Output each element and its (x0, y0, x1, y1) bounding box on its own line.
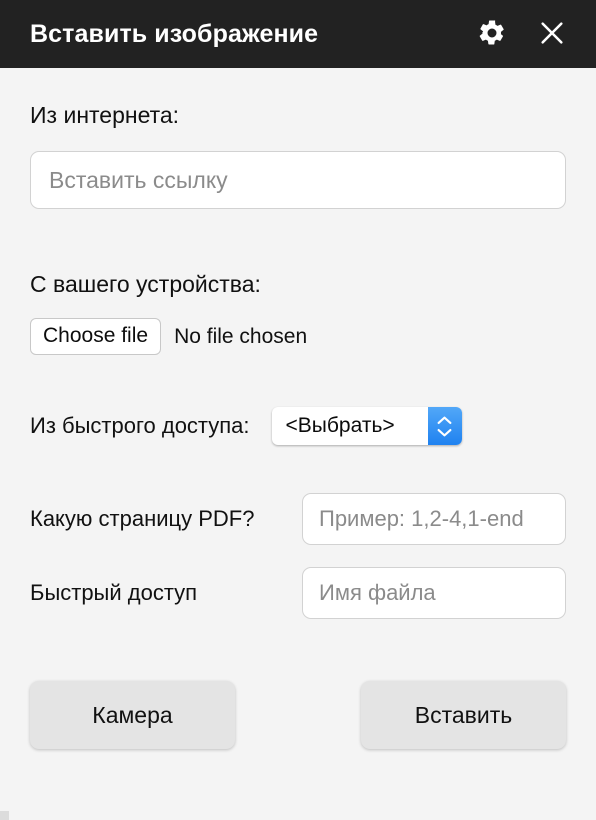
titlebar-actions (470, 12, 574, 56)
camera-button[interactable]: Камера (30, 681, 235, 750)
close-button[interactable] (530, 12, 574, 56)
url-section: Из интернета: (30, 68, 566, 209)
device-section: С вашего устройства: Choose file No file… (30, 209, 566, 356)
gear-icon (477, 18, 507, 51)
quick-access-input[interactable] (302, 567, 566, 620)
settings-button[interactable] (470, 12, 514, 56)
file-status-text: No file chosen (174, 324, 308, 348)
pdf-page-label: Какую страницу PDF? (30, 506, 255, 532)
quick-access-select-row: Из быстрого доступа: <Выбрать> (30, 355, 566, 446)
dialog-body: Из интернета: С вашего устройства: Choos… (0, 68, 596, 750)
quick-access-select-label: Из быстрого доступа: (30, 413, 250, 439)
chevron-updown-icon[interactable] (427, 407, 462, 446)
quick-access-row: Быстрый доступ (30, 545, 566, 620)
choose-file-button[interactable]: Choose file (30, 318, 162, 356)
file-input-row: Choose file No file chosen (30, 318, 566, 356)
resize-handle[interactable] (0, 811, 9, 820)
pdf-page-input[interactable] (302, 493, 566, 546)
quick-access-select-value: <Выбрать> (285, 414, 395, 438)
pdf-page-row: Какую страницу PDF? (30, 445, 566, 546)
device-section-label: С вашего устройства: (30, 271, 261, 297)
quick-access-label: Быстрый доступ (30, 580, 198, 606)
url-input[interactable] (30, 151, 566, 209)
footer-actions: Камера Вставить (30, 619, 566, 750)
quick-access-select[interactable]: <Выбрать> (271, 407, 462, 446)
close-icon (536, 17, 568, 52)
url-section-label: Из интернета: (30, 102, 180, 128)
title-bar: Вставить изображение (0, 0, 596, 68)
insert-button[interactable]: Вставить (361, 681, 566, 750)
page-title: Вставить изображение (30, 19, 319, 48)
